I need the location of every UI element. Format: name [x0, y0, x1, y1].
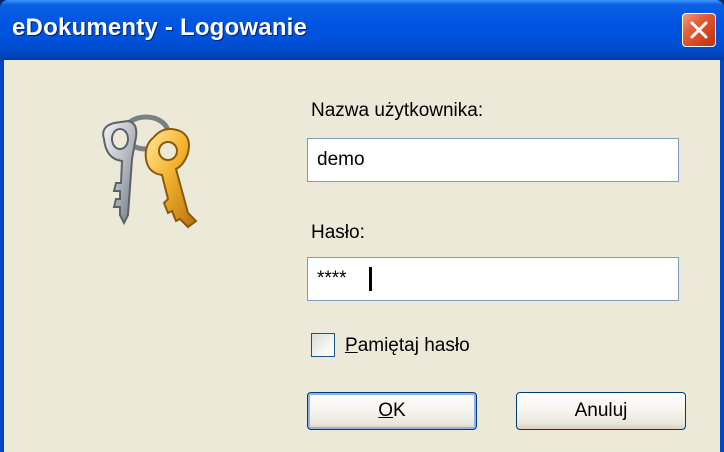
window-border-right [720, 60, 724, 452]
username-label: Nazwa użytkownika: [311, 100, 484, 121]
password-field-wrapper [307, 257, 679, 301]
username-input[interactable] [307, 138, 679, 182]
text-caret [369, 267, 372, 291]
password-label: Hasło: [311, 222, 365, 243]
window-title: eDokumenty - Logowanie [12, 14, 308, 41]
login-dialog: eDokumenty - Logowanie Nazwa użytkownika… [0, 0, 724, 452]
close-icon [690, 21, 708, 39]
title-bar[interactable]: eDokumenty - Logowanie [0, 0, 724, 60]
keys-icon [102, 114, 198, 229]
remember-password-label[interactable]: Pamiętaj hasło [345, 335, 470, 357]
password-input[interactable] [307, 257, 679, 301]
remember-password-checkbox[interactable] [311, 333, 335, 357]
cancel-button[interactable]: Anuluj [516, 392, 686, 430]
close-button[interactable] [682, 13, 716, 47]
ok-button[interactable]: OK [307, 392, 477, 430]
